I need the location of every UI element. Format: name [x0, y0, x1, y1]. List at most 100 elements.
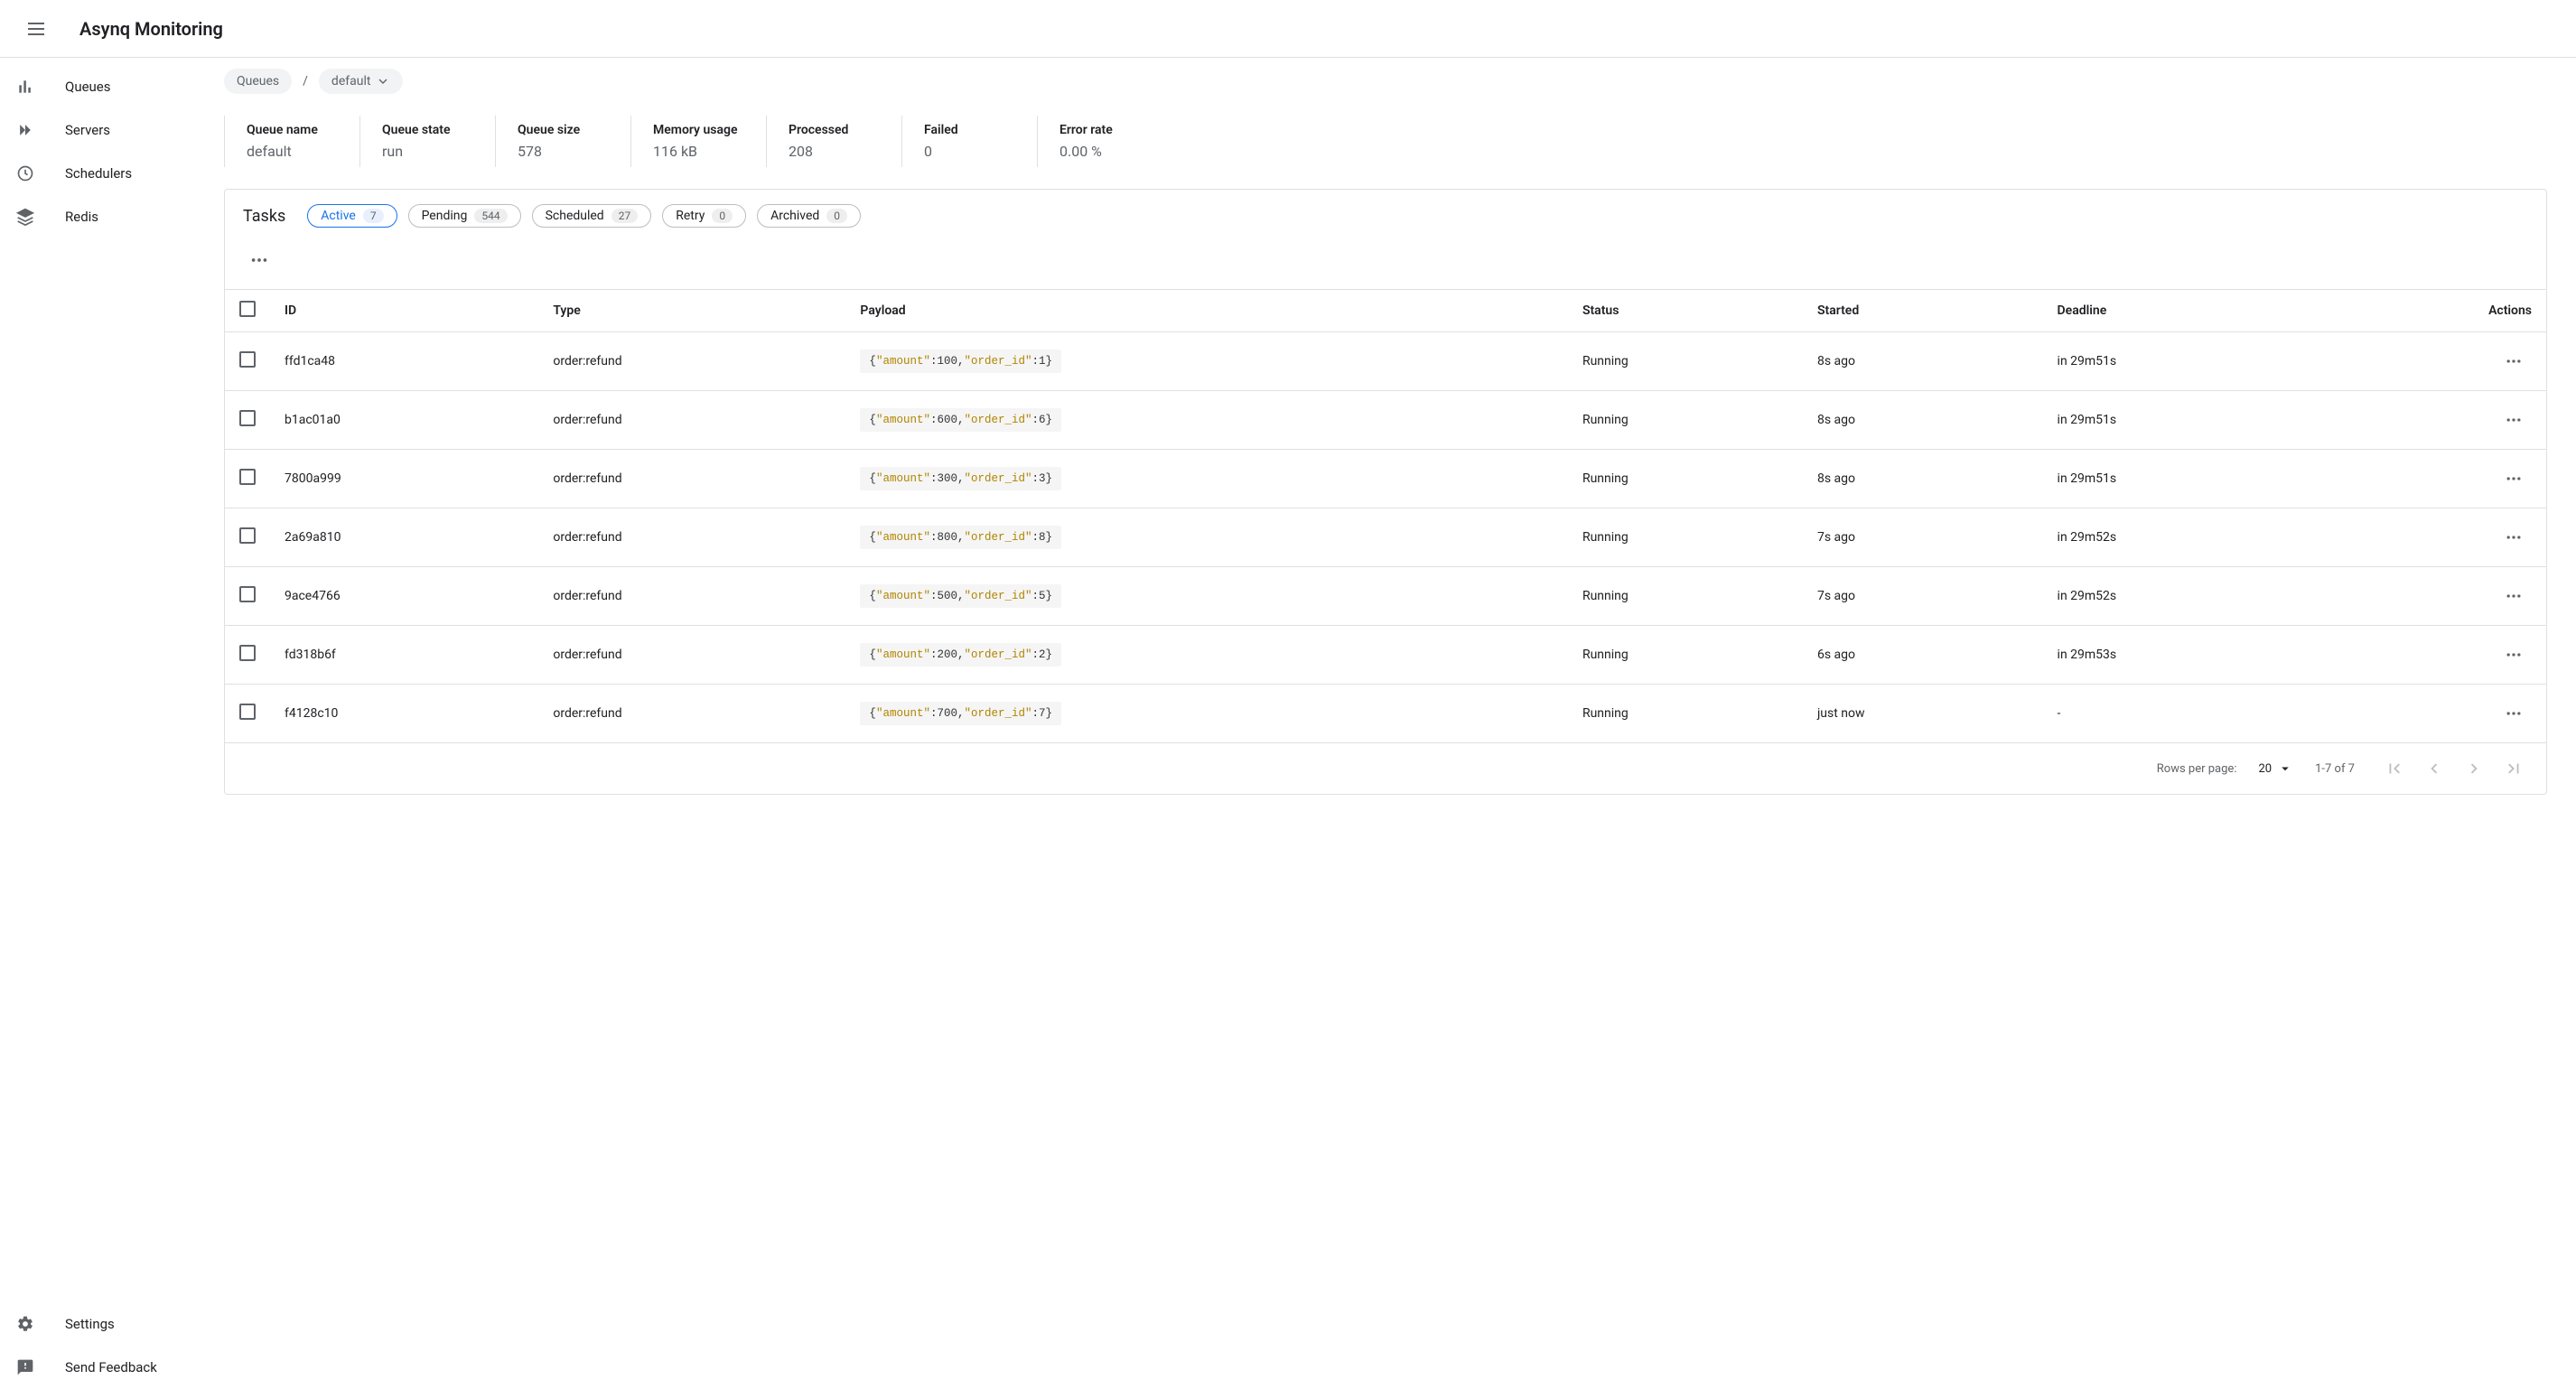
- table-row: 9ace4766 order:refund {"amount":500,"ord…: [225, 567, 2546, 626]
- last-page-button[interactable]: [2496, 750, 2532, 787]
- bulk-actions-button[interactable]: [241, 242, 277, 278]
- cell-deadline: in 29m52s: [2043, 567, 2319, 626]
- row-checkbox[interactable]: [239, 586, 256, 602]
- stat-cell: Failed 0: [901, 116, 1037, 167]
- row-checkbox[interactable]: [239, 527, 256, 544]
- cell-payload: {"amount":600,"order_id":6}: [845, 391, 1568, 450]
- more-horiz-icon: [249, 250, 269, 270]
- task-state-chip-pending[interactable]: Pending 544: [408, 204, 521, 228]
- column-header-deadline: Deadline: [2043, 290, 2319, 332]
- sidebar: Queues Servers Schedulers Redis: [0, 58, 217, 1389]
- stat-cell: Processed 208: [766, 116, 901, 167]
- row-actions-button[interactable]: [2496, 402, 2532, 438]
- row-actions-button[interactable]: [2496, 695, 2532, 732]
- cell-started: just now: [1803, 685, 2043, 743]
- more-horiz-icon: [2505, 528, 2523, 546]
- rows-per-page-select[interactable]: 20: [2258, 760, 2293, 777]
- sidebar-item-label: Queues: [65, 79, 111, 95]
- column-header-type: Type: [538, 290, 845, 332]
- sidebar-item-schedulers[interactable]: Schedulers: [0, 152, 217, 195]
- cell-payload: {"amount":100,"order_id":1}: [845, 332, 1568, 391]
- row-actions-button[interactable]: [2496, 637, 2532, 673]
- more-horiz-icon: [2505, 470, 2523, 488]
- task-state-chip-retry[interactable]: Retry 0: [662, 204, 746, 228]
- row-checkbox[interactable]: [239, 469, 256, 485]
- cell-type: order:refund: [538, 567, 845, 626]
- next-page-button[interactable]: [2456, 750, 2492, 787]
- chevron-left-icon: [2424, 759, 2444, 778]
- task-state-chip-scheduled[interactable]: Scheduled 27: [532, 204, 652, 228]
- sidebar-item-servers[interactable]: Servers: [0, 108, 217, 152]
- row-checkbox[interactable]: [239, 410, 256, 426]
- sidebar-item-label: Send Feedback: [65, 1359, 157, 1375]
- chip-label: Archived: [770, 209, 819, 223]
- row-actions-button[interactable]: [2496, 519, 2532, 555]
- breadcrumb-separator: /: [303, 74, 308, 89]
- chip-label: Pending: [422, 209, 468, 223]
- stat-cell: Error rate 0.00 %: [1037, 116, 1172, 167]
- stat-label: Failed: [924, 123, 1015, 137]
- sidebar-item-settings[interactable]: Settings: [0, 1302, 217, 1346]
- cell-deadline: in 29m53s: [2043, 626, 2319, 685]
- row-checkbox[interactable]: [239, 645, 256, 661]
- table-row: f4128c10 order:refund {"amount":700,"ord…: [225, 685, 2546, 743]
- chevron-right-icon: [2464, 759, 2484, 778]
- cell-status: Running: [1568, 332, 1803, 391]
- sidebar-item-feedback[interactable]: Send Feedback: [0, 1346, 217, 1389]
- row-checkbox[interactable]: [239, 351, 256, 368]
- tasks-table: ID Type Payload Status Started Deadline …: [225, 289, 2546, 742]
- sidebar-item-label: Redis: [65, 209, 98, 225]
- menu-toggle-button[interactable]: [14, 7, 58, 51]
- table-pagination: Rows per page: 20 1-7 of 7: [225, 742, 2546, 794]
- sidebar-item-label: Settings: [65, 1316, 115, 1332]
- table-row: fd318b6f order:refund {"amount":200,"ord…: [225, 626, 2546, 685]
- cell-id: 7800a999: [270, 450, 538, 508]
- more-horiz-icon: [2505, 587, 2523, 605]
- prev-page-button[interactable]: [2416, 750, 2452, 787]
- cell-deadline: in 29m51s: [2043, 391, 2319, 450]
- task-state-chip-active[interactable]: Active 7: [307, 204, 397, 228]
- stat-value: 578: [518, 143, 609, 160]
- stat-label: Processed: [789, 123, 880, 137]
- cell-id: 2a69a810: [270, 508, 538, 567]
- payload-code: {"amount":600,"order_id":6}: [860, 408, 1061, 432]
- payload-code: {"amount":500,"order_id":5}: [860, 584, 1061, 608]
- stat-cell: Queue name default: [224, 116, 359, 167]
- chip-label: Active: [321, 209, 356, 223]
- breadcrumb-root-label: Queues: [237, 74, 279, 89]
- column-header-payload: Payload: [845, 290, 1568, 332]
- tasks-title: Tasks: [243, 207, 285, 226]
- select-all-checkbox[interactable]: [239, 301, 256, 317]
- stat-cell: Queue size 578: [495, 116, 630, 167]
- chip-label: Scheduled: [546, 209, 604, 223]
- row-actions-button[interactable]: [2496, 578, 2532, 614]
- chip-count-badge: 27: [611, 209, 639, 223]
- sidebar-item-queues[interactable]: Queues: [0, 65, 217, 108]
- stat-label: Queue size: [518, 123, 609, 137]
- clock-icon: [14, 163, 36, 184]
- breadcrumb-current[interactable]: default: [319, 69, 404, 94]
- sidebar-item-redis[interactable]: Redis: [0, 195, 217, 238]
- cell-type: order:refund: [538, 391, 845, 450]
- cell-type: order:refund: [538, 450, 845, 508]
- cell-payload: {"amount":300,"order_id":3}: [845, 450, 1568, 508]
- cell-id: b1ac01a0: [270, 391, 538, 450]
- more-horiz-icon: [2505, 352, 2523, 370]
- cell-type: order:refund: [538, 626, 845, 685]
- row-actions-button[interactable]: [2496, 461, 2532, 497]
- column-header-started: Started: [1803, 290, 2043, 332]
- breadcrumb-root[interactable]: Queues: [224, 69, 292, 94]
- first-page-button[interactable]: [2376, 750, 2413, 787]
- row-checkbox[interactable]: [239, 704, 256, 720]
- cell-id: fd318b6f: [270, 626, 538, 685]
- stat-cell: Memory usage 116 kB: [630, 116, 766, 167]
- stat-cell: Queue state run: [359, 116, 495, 167]
- cell-deadline: in 29m51s: [2043, 332, 2319, 391]
- table-row: b1ac01a0 order:refund {"amount":600,"ord…: [225, 391, 2546, 450]
- task-state-chip-archived[interactable]: Archived 0: [757, 204, 861, 228]
- hamburger-icon: [25, 18, 47, 40]
- row-actions-button[interactable]: [2496, 343, 2532, 379]
- pagination-range: 1-7 of 7: [2315, 762, 2355, 776]
- dropdown-arrow-icon: [2277, 760, 2293, 777]
- stat-value: 116 kB: [653, 143, 744, 160]
